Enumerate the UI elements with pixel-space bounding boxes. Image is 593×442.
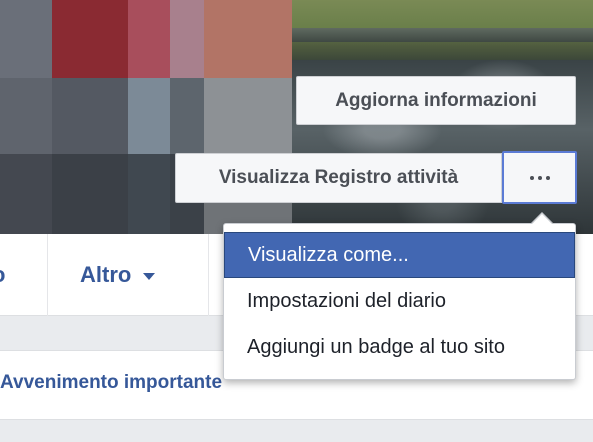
- caret-down-icon: [143, 272, 156, 280]
- update-info-button[interactable]: Aggiorna informazioni: [296, 76, 576, 125]
- ellipsis-icon: [529, 175, 550, 180]
- menu-item-timeline-settings[interactable]: Impostazioni del diario: [224, 278, 575, 324]
- menu-item-add-badge[interactable]: Aggiungi un badge al tuo sito: [224, 324, 575, 370]
- more-options-button[interactable]: [502, 151, 577, 204]
- life-event-link[interactable]: Avvenimento importante: [0, 372, 222, 394]
- dropdown-pointer-fill: [532, 214, 552, 224]
- nav-more-label: Altro: [80, 262, 132, 287]
- nav-divider: [47, 234, 48, 316]
- cover-railing: [292, 28, 593, 42]
- nav-item-more[interactable]: Altro: [80, 234, 156, 316]
- menu-item-view-as[interactable]: Visualizza come...: [224, 232, 575, 278]
- activity-log-button[interactable]: Visualizza Registro attività: [175, 153, 502, 203]
- activity-log-label: Visualizza Registro attività: [218, 167, 459, 188]
- nav-divider: [208, 234, 209, 316]
- more-options-menu: Visualizza come... Impostazioni del diar…: [223, 223, 576, 380]
- update-info-label: Aggiorna informazioni: [335, 89, 537, 111]
- nav-item-truncated[interactable]: o: [0, 234, 5, 316]
- profile-page: Aggiorna informazioni Visualizza Registr…: [0, 0, 593, 442]
